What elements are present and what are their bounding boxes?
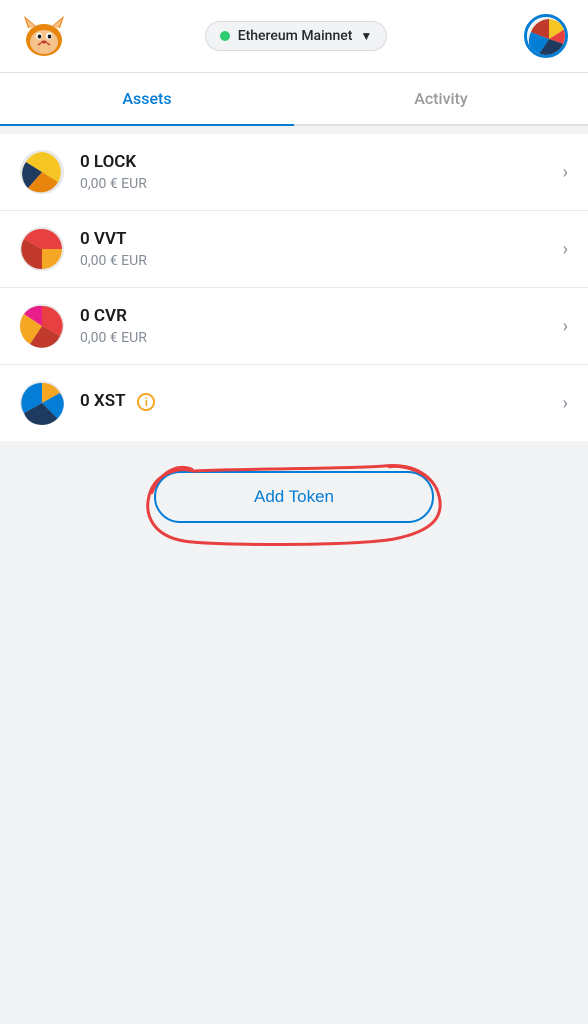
token-item-lock[interactable]: 0 LOCK 0,00 € EUR › [0, 134, 588, 211]
token-list: 0 LOCK 0,00 € EUR › 0 VVT 0,00 € EUR › [0, 134, 588, 441]
cvr-token-amount: 0 CVR [80, 306, 555, 326]
cvr-token-value: 0,00 € EUR [80, 330, 555, 346]
tab-bar: Assets Activity [0, 73, 588, 126]
cvr-token-icon [20, 304, 64, 348]
xst-token-info: 0 XST i [80, 391, 555, 416]
chevron-down-icon: ▼ [360, 29, 372, 43]
vvt-token-value: 0,00 € EUR [80, 253, 555, 269]
xst-token-icon [20, 381, 64, 425]
metamask-logo [20, 12, 68, 60]
header: Ethereum Mainnet ▼ [0, 0, 588, 73]
xst-chevron-right-icon: › [563, 393, 568, 414]
avatar[interactable] [524, 14, 568, 58]
cvr-token-info: 0 CVR 0,00 € EUR [80, 306, 555, 346]
xst-info-badge[interactable]: i [137, 393, 155, 411]
lock-token-info: 0 LOCK 0,00 € EUR [80, 152, 555, 192]
vvt-token-icon [20, 227, 64, 271]
add-token-button[interactable]: Add Token [154, 471, 434, 523]
lock-token-value: 0,00 € EUR [80, 176, 555, 192]
vvt-chevron-right-icon: › [563, 239, 568, 260]
lock-chevron-right-icon: › [563, 162, 568, 183]
vvt-token-info: 0 VVT 0,00 € EUR [80, 229, 555, 269]
token-item-cvr[interactable]: 0 CVR 0,00 € EUR › [0, 288, 588, 365]
lock-token-icon [20, 150, 64, 194]
tab-assets[interactable]: Assets [0, 73, 294, 124]
token-item-xst[interactable]: 0 XST i › [0, 365, 588, 441]
network-status-dot [220, 31, 230, 41]
network-name: Ethereum Mainnet [238, 28, 353, 44]
lock-token-amount: 0 LOCK [80, 152, 555, 172]
tab-activity[interactable]: Activity [294, 73, 588, 124]
network-selector[interactable]: Ethereum Mainnet ▼ [205, 21, 388, 51]
token-item-vvt[interactable]: 0 VVT 0,00 € EUR › [0, 211, 588, 288]
add-token-section: Add Token [0, 441, 588, 563]
xst-token-amount: 0 XST i [80, 391, 555, 412]
vvt-token-amount: 0 VVT [80, 229, 555, 249]
cvr-chevron-right-icon: › [563, 316, 568, 337]
